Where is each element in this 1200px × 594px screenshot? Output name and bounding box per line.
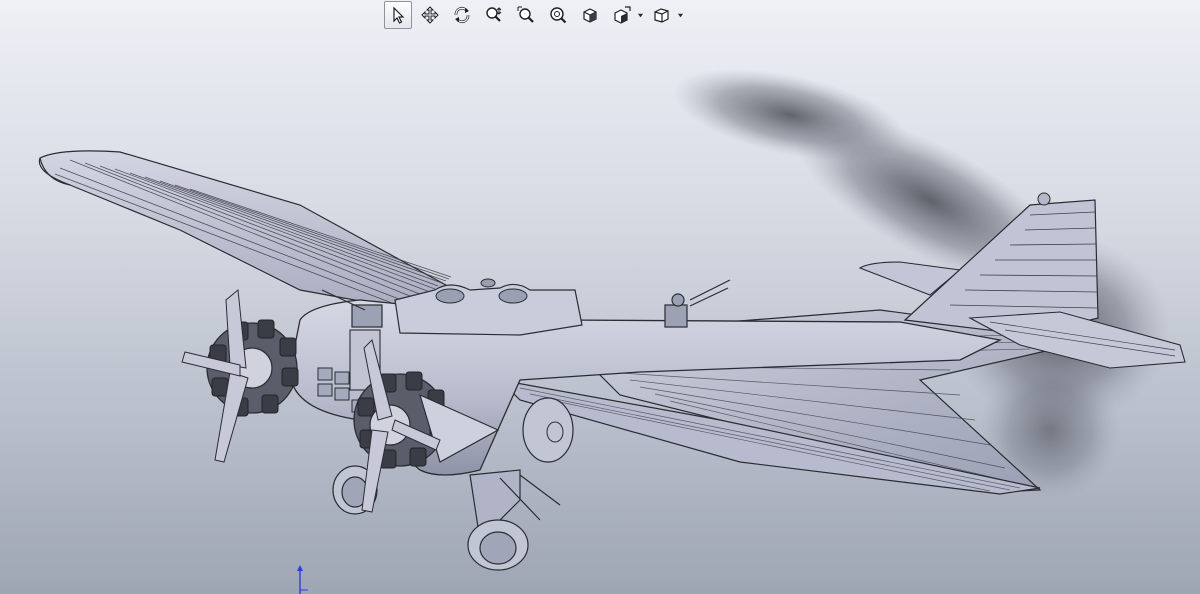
graphics-viewport[interactable] — [0, 0, 1200, 594]
left-engine — [181, 289, 299, 463]
wireframe-cube-icon — [654, 8, 669, 23]
zoom-in-out-icon — [486, 7, 502, 22]
hide-show-dropdown-caret[interactable] — [676, 1, 684, 29]
display-style-tool-button[interactable] — [608, 1, 636, 29]
arrow-pointer-icon — [393, 6, 405, 24]
chevron-down-icon — [677, 13, 683, 17]
zoom-to-fit-tool-button[interactable] — [544, 1, 572, 29]
coordinate-triad-icon — [297, 565, 308, 594]
aircraft-model[interactable] — [0, 0, 1200, 594]
zoom-in-out-tool-button[interactable] — [480, 1, 508, 29]
view-orientation-tool-button[interactable] — [576, 1, 604, 29]
rotate-tool-button[interactable] — [448, 1, 476, 29]
four-way-arrow-icon — [421, 6, 439, 24]
hide-show-tool-button[interactable] — [648, 1, 676, 29]
shaded-cube-icon — [614, 6, 631, 24]
pan-tool-button[interactable] — [416, 1, 444, 29]
select-tool-button[interactable] — [384, 1, 412, 29]
cube-icon — [583, 8, 597, 23]
display-style-dropdown-caret[interactable] — [636, 1, 644, 29]
left-wing — [38, 150, 457, 313]
zoom-area-icon — [517, 6, 534, 23]
chevron-down-icon — [637, 13, 643, 17]
zoom-to-area-tool-button[interactable] — [512, 1, 540, 29]
zoom-fit-icon — [550, 7, 567, 24]
heads-up-view-toolbar — [384, 0, 684, 30]
rotate-view-icon — [454, 6, 470, 24]
